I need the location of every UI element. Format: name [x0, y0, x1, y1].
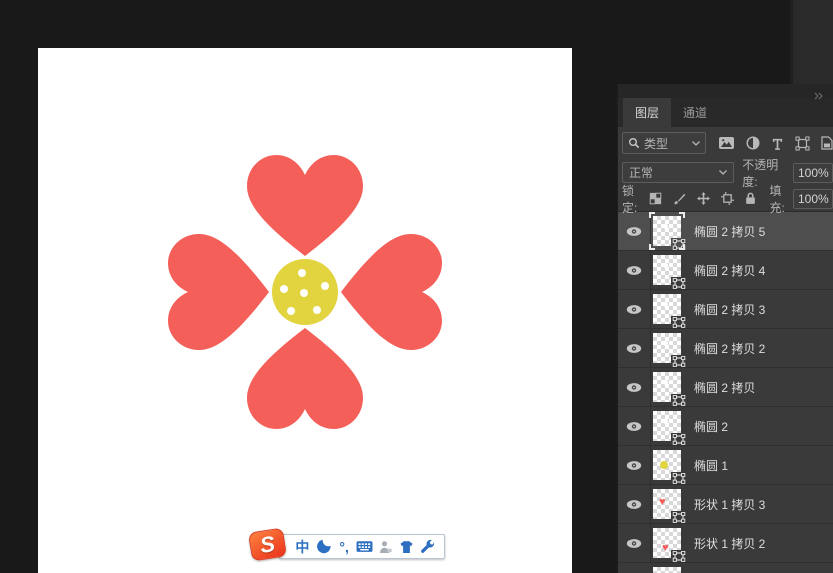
vector-mask-badge-icon [671, 277, 686, 289]
layer-name[interactable]: 形状 1 拷贝 3 [694, 496, 765, 513]
layer-row[interactable]: 椭圆 2 拷贝 4 [618, 251, 833, 290]
adjustment-layers-filter-icon[interactable] [746, 136, 760, 150]
account-button[interactable] [377, 538, 395, 556]
heart-shape-icon: ♥ [659, 497, 666, 508]
layer-thumbnail[interactable] [653, 333, 681, 363]
panel-dock-header [618, 84, 833, 98]
layer-visibility-eye-icon[interactable] [618, 251, 651, 289]
lock-artboard-icon[interactable] [721, 192, 734, 205]
layers-panel: 图层通道 类型 正常 不透明度: 100% [617, 84, 833, 573]
lock-position-icon[interactable] [697, 192, 710, 205]
layer-row-partial[interactable] [618, 563, 833, 573]
photoshop-window: 中 °, S 图层通道 类型 [0, 0, 833, 573]
vector-mask-badge-icon [671, 316, 686, 328]
chevron-down-icon [692, 141, 700, 146]
layer-visibility-eye-icon[interactable] [618, 368, 651, 406]
layer-visibility-eye-icon[interactable] [618, 446, 651, 484]
layer-thumbnail[interactable] [653, 411, 681, 441]
layer-name[interactable]: 椭圆 2 拷贝 [694, 379, 755, 396]
layer-row[interactable]: 椭圆 2 拷贝 2 [618, 329, 833, 368]
layer-row[interactable]: 椭圆 2 拷贝 5 [618, 212, 833, 251]
layer-thumbnail[interactable]: ♥ [653, 528, 681, 558]
layer-visibility-eye-icon[interactable] [618, 407, 651, 445]
layer-thumbnail[interactable] [653, 216, 681, 246]
tab-layers[interactable]: 图层 [623, 98, 671, 127]
pixel-layers-filter-icon[interactable] [718, 136, 735, 150]
toolbox-button[interactable] [418, 538, 436, 556]
sogou-logo-icon[interactable]: S [248, 527, 287, 561]
chevron-down-icon [719, 170, 727, 175]
layer-name[interactable]: 椭圆 2 拷贝 3 [694, 301, 765, 318]
layer-thumbnail[interactable] [653, 372, 681, 402]
search-icon [628, 137, 640, 149]
layer-visibility-eye-icon[interactable] [618, 212, 651, 250]
layer-visibility-eye-icon[interactable] [618, 524, 651, 562]
layer-visibility-eye-icon[interactable] [618, 290, 651, 328]
layer-thumbnail[interactable] [653, 450, 681, 480]
layer-row[interactable]: ♥ 形状 1 拷贝 3 [618, 485, 833, 524]
fill-value: 100% [798, 192, 829, 206]
panel-tabs: 图层通道 [618, 98, 833, 127]
vector-mask-badge-icon [671, 394, 686, 406]
collapsed-dock-strip[interactable] [790, 0, 833, 84]
layer-thumbnail-partial [653, 567, 681, 573]
opacity-value-field[interactable]: 100% [793, 163, 833, 183]
layer-thumbnail[interactable]: ♥ [653, 489, 681, 519]
smart-object-filter-icon[interactable] [821, 136, 833, 150]
layer-filter-row: 类型 [618, 127, 833, 159]
tab-channels[interactable]: 通道 [671, 98, 719, 127]
opacity-value: 100% [798, 166, 829, 180]
sogou-logo-letter: S [259, 532, 277, 556]
soft-keyboard-button[interactable] [356, 538, 374, 556]
layer-visibility-eye-icon[interactable] [618, 329, 651, 367]
layer-row[interactable]: ♥ 形状 1 拷贝 2 [618, 524, 833, 563]
lock-label: 锁定: [622, 182, 642, 216]
layer-visibility-eye-icon[interactable] [618, 485, 651, 523]
layer-row[interactable]: 椭圆 2 拷贝 3 [618, 290, 833, 329]
vector-mask-badge-icon [671, 433, 686, 445]
shape-layers-filter-icon[interactable] [795, 136, 810, 151]
punctuation-mode-button[interactable]: °, [335, 538, 353, 556]
lock-image-pixels-icon[interactable] [673, 192, 686, 205]
layer-thumbnail[interactable] [653, 294, 681, 324]
layer-name[interactable]: 椭圆 2 拷贝 5 [694, 223, 765, 240]
layer-name[interactable]: 椭圆 2 [694, 418, 728, 435]
fullwidth-moon-button[interactable] [314, 538, 332, 556]
ime-toolbar: 中 °, S [250, 530, 486, 562]
vector-mask-badge-icon [671, 550, 686, 562]
layer-thumbnail[interactable] [653, 255, 681, 285]
layer-list: 椭圆 2 拷贝 5 椭圆 2 拷贝 4 椭圆 2 拷贝 3 椭圆 2 拷贝 2 椭圆 2… [618, 212, 833, 563]
heart-shape-icon: ♥ [662, 543, 669, 554]
vector-mask-badge-icon [671, 472, 686, 484]
lock-all-icon[interactable] [745, 192, 756, 205]
blend-mode-row: 正常 不透明度: 100% [618, 159, 833, 186]
fill-value-field[interactable]: 100% [793, 189, 833, 209]
lock-transparent-pixels-icon[interactable] [649, 192, 662, 205]
type-layers-filter-icon[interactable] [771, 137, 784, 150]
layer-row[interactable]: 椭圆 1 [618, 446, 833, 485]
layer-name[interactable]: 形状 1 拷贝 2 [694, 535, 765, 552]
flower-artwork [38, 48, 572, 573]
chinese-mode-button[interactable]: 中 [293, 538, 311, 556]
layer-filter-type-label: 类型 [644, 135, 692, 152]
blend-mode-value: 正常 [629, 164, 719, 181]
fill-label: 填充: [770, 182, 790, 216]
lock-icons [649, 192, 756, 205]
layer-name[interactable]: 椭圆 1 [694, 457, 728, 474]
layer-filter-type-select[interactable]: 类型 [622, 132, 706, 154]
blend-mode-select[interactable]: 正常 [622, 162, 734, 183]
lock-row: 锁定: 填充: 100% [618, 186, 833, 212]
document-canvas[interactable]: 中 °, S [38, 48, 572, 573]
vector-mask-badge-icon [671, 355, 686, 367]
layer-name[interactable]: 椭圆 2 拷贝 4 [694, 262, 765, 279]
layer-filter-icons [718, 136, 833, 151]
collapse-panel-icon[interactable] [814, 87, 823, 105]
layer-row[interactable]: 椭圆 2 拷贝 [618, 368, 833, 407]
layer-row[interactable]: 椭圆 2 [618, 407, 833, 446]
skin-button[interactable] [398, 538, 416, 556]
ime-toolbar-bar: 中 °, [279, 534, 445, 559]
layer-name[interactable]: 椭圆 2 拷贝 2 [694, 340, 765, 357]
layers-panel-body: 类型 正常 不透明度: 100% 锁定: 填充: [618, 127, 833, 573]
vector-mask-badge-icon [671, 511, 686, 523]
